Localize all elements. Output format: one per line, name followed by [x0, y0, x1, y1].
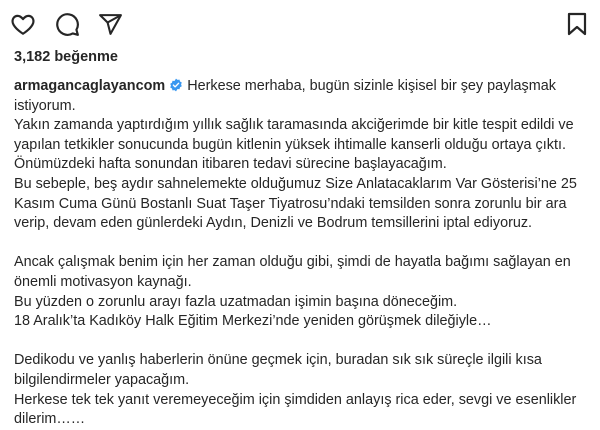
post-action-bar	[0, 0, 600, 46]
verified-badge-icon	[170, 78, 182, 92]
post-caption: armagancaglayancom Herkese merhaba, bugün…	[14, 77, 594, 430]
caption-line: önemli motivasyon kaynağı.	[14, 273, 192, 290]
save-button[interactable]	[561, 8, 593, 40]
caption-line: yapılan tetkikler sonucunda bugün kitlen…	[14, 136, 566, 153]
caption-first-line: armagancaglayancom Herkese merhaba, bugün…	[14, 77, 594, 97]
caption-line: Ancak çalışmak benim için her zaman oldu…	[14, 254, 571, 271]
caption-line: bilgilendirmeler yapacağım.	[14, 371, 190, 388]
comment-icon	[56, 13, 79, 36]
heart-icon	[11, 14, 35, 35]
caption-line: Yakın zamanda yaptırdığım yıllık sağlık …	[14, 117, 574, 134]
caption-line: istiyorum.	[14, 97, 76, 114]
caption-line: Dedikodu ve yanlış haberlerin önüne geçm…	[14, 352, 542, 369]
caption-line: Bu yüzden o zorunlu arayı fazla uzatmada…	[14, 293, 458, 310]
like-button[interactable]	[7, 8, 39, 40]
caption-line: 18 Aralık’ta Kadıköy Halk Eğitim Merkezi…	[14, 313, 492, 330]
caption-line: Herkese tek tek yanıt veremeyeceğim için…	[14, 391, 577, 408]
caption-body: istiyorum. Yakın zamanda yaptırdığım yıll…	[14, 97, 594, 430]
likes-count[interactable]: 3,182 beğenme	[14, 49, 118, 65]
share-icon	[98, 13, 122, 35]
share-button[interactable]	[94, 8, 126, 40]
caption-line: verip, devam eden günlerdeki Aydın, Deni…	[14, 215, 533, 232]
caption-text: Herkese merhaba, bugün sizinle kişisel b…	[187, 78, 556, 94]
comment-button[interactable]	[51, 8, 83, 40]
caption-line: Bu sebeple, beş aydır sahnelemekte olduğ…	[14, 175, 577, 192]
caption-line: Kasım Cuma Günü Bostanlı Suat Taşer Tiya…	[14, 195, 567, 212]
bookmark-icon	[567, 12, 587, 36]
caption-line: dilerim……	[14, 411, 86, 428]
username-link[interactable]: armagancaglayancom	[14, 78, 165, 94]
caption-line: Önümüzdeki hafta sonundan itibaren tedav…	[14, 156, 447, 173]
